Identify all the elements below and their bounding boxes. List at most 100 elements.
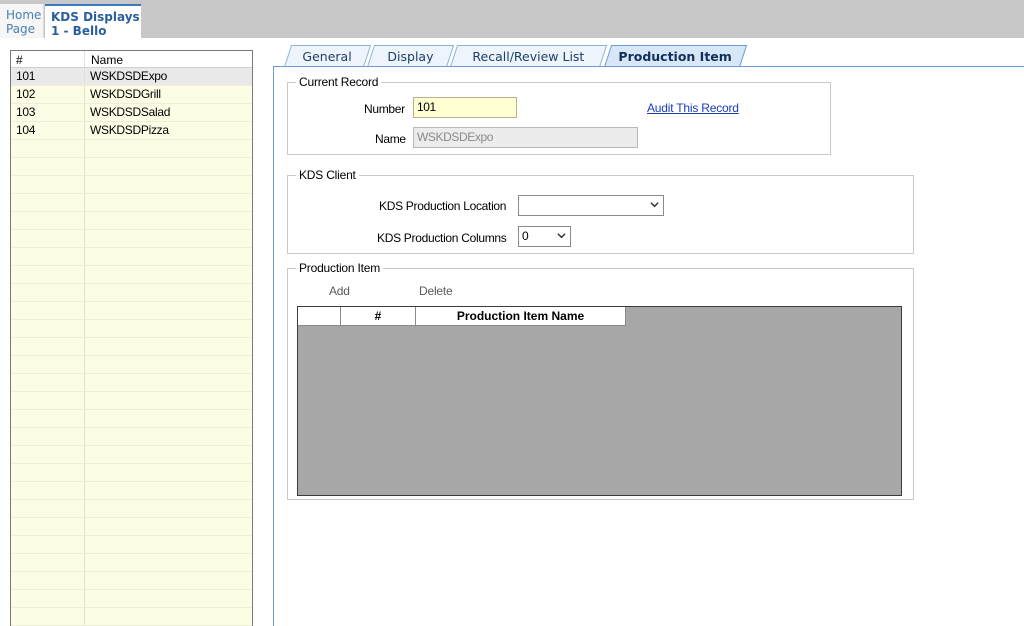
audit-record-link[interactable]: Audit This Record [647,101,739,115]
kds-tab-label-1: KDS Displays [51,10,140,24]
name-label: Name [375,132,406,146]
production-item-title: Production Item [296,261,384,275]
name-field[interactable]: WSKDSDExpo [413,127,638,148]
list-empty-cell [11,356,85,373]
list-empty-cell [86,140,252,157]
list-empty-row [11,590,252,608]
list-empty-cell [86,320,252,337]
list-item-number: 101 [11,68,85,85]
list-empty-cell [86,338,252,355]
list-empty-row [11,212,252,230]
tab-general[interactable]: General [284,45,372,67]
list-empty-cell [86,428,252,445]
tab-kds-displays[interactable]: KDS Displays 1 - Bello [45,4,141,38]
list-empty-cell [86,464,252,481]
list-empty-cell [86,194,252,211]
list-item-name: WSKDSDExpo [90,69,168,83]
list-empty-cell [11,158,85,175]
content-border [273,66,274,626]
list-empty-cell [11,374,85,391]
grid-col-header-number[interactable]: # [341,307,416,326]
list-empty-cell [86,590,252,607]
list-empty-cell [11,248,85,265]
list-item-number: 104 [11,122,85,139]
record-list-header: # Name [11,51,252,68]
list-empty-row [11,464,252,482]
tab-recall-review-list[interactable]: Recall/Review List [450,45,608,67]
grid-col-header-name[interactable]: Production Item Name [416,307,626,326]
list-empty-cell [86,266,252,283]
list-empty-cell [11,338,85,355]
list-item-name: WSKDSDPizza [90,123,169,137]
list-empty-cell [86,374,252,391]
production-columns-label: KDS Production Columns [377,231,507,245]
number-label: Number [364,102,405,116]
list-empty-row [11,410,252,428]
list-item[interactable]: 103 WSKDSDSalad [11,104,252,122]
production-columns-dropdown[interactable]: 0 [518,226,571,247]
tab-display[interactable]: Display [367,45,455,67]
list-empty-cell [86,248,252,265]
list-empty-row [11,446,252,464]
list-empty-cell [86,572,252,589]
list-empty-cell [11,266,85,283]
list-item[interactable]: 102 WSKDSDGrill [11,86,252,104]
list-empty-row [11,572,252,590]
list-empty-cell [11,392,85,409]
list-empty-row [11,482,252,500]
col-header-number[interactable]: # [11,51,85,67]
list-empty-cell [11,284,85,301]
list-empty-row [11,356,252,374]
list-empty-cell [86,536,252,553]
delete-button[interactable]: Delete [419,284,453,298]
record-list[interactable]: # Name 101 WSKDSDExpo 102 WSKDSDGrill 10… [10,50,253,626]
col-header-name[interactable]: Name [86,51,252,67]
list-empty-cell [11,536,85,553]
list-empty-row [11,320,252,338]
list-empty-cell [11,590,85,607]
list-empty-row [11,536,252,554]
list-empty-row [11,500,252,518]
production-item-grid[interactable]: # Production Item Name [297,306,902,496]
list-empty-cell [11,554,85,571]
list-empty-row [11,266,252,284]
list-empty-row [11,392,252,410]
tab-display-label: Display [387,49,434,64]
list-item[interactable]: 104 WSKDSDPizza [11,122,252,140]
tab-production-item[interactable]: Production Item [604,45,748,67]
production-columns-value: 0 [522,229,529,243]
list-empty-row [11,518,252,536]
list-empty-cell [11,320,85,337]
list-empty-rows [11,140,252,626]
list-empty-cell [86,482,252,499]
list-empty-cell [11,194,85,211]
tab-home-page[interactable]: Home Page [0,4,44,38]
list-empty-row [11,158,252,176]
production-location-dropdown[interactable] [518,195,664,216]
list-item[interactable]: 101 WSKDSDExpo [11,68,252,86]
list-empty-row [11,284,252,302]
tab-recall-label: Recall/Review List [472,49,585,64]
list-empty-cell [11,464,85,481]
add-button[interactable]: Add [329,284,350,298]
list-empty-cell [11,482,85,499]
list-empty-cell [11,608,85,625]
list-empty-row [11,608,252,626]
list-empty-cell [86,158,252,175]
list-empty-cell [86,500,252,517]
number-field[interactable]: 101 [413,97,517,118]
list-empty-row [11,140,252,158]
list-empty-row [11,338,252,356]
list-empty-cell [86,554,252,571]
list-item-number: 103 [11,104,85,121]
kds-tab-label-2: 1 - Bello [51,24,107,38]
list-empty-cell [86,392,252,409]
list-item-name: WSKDSDGrill [90,87,161,101]
list-empty-cell [11,230,85,247]
list-empty-cell [11,518,85,535]
tab-general-label: General [302,49,353,64]
list-empty-cell [86,410,252,427]
list-empty-cell [11,176,85,193]
list-empty-row [11,248,252,266]
list-empty-cell [11,428,85,445]
